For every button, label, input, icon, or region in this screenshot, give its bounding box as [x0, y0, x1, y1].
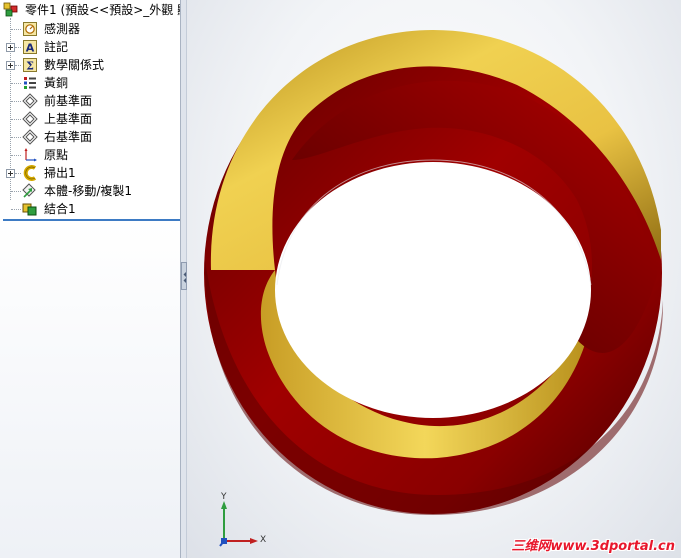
expand-icon[interactable]	[6, 61, 15, 70]
ring-hole	[275, 162, 591, 418]
watermark-text: 三维网www.3dportal.cn	[511, 539, 675, 554]
tree-item-label: 上基準面	[44, 112, 93, 126]
tree-item-label: 原點	[44, 148, 69, 162]
tree-item-label: 掃出1	[44, 166, 76, 180]
tree-item-label: 右基準面	[44, 130, 93, 144]
tree-item-label: 數學關係式	[44, 58, 105, 72]
plane-icon	[22, 129, 38, 145]
tree-item-material[interactable]: 黃銅	[0, 74, 180, 92]
equations-icon: Σ	[22, 57, 38, 73]
view-orientation-triad: Y X	[212, 492, 272, 550]
move-copy-body-icon	[22, 183, 38, 199]
sensor-icon	[22, 21, 38, 37]
tree-item-label: 感測器	[44, 22, 81, 36]
tree-item-label: 本體-移動/複製1	[44, 184, 133, 198]
tree-item-part-root[interactable]: 零件1 (預設<<預設>_外觀 顯	[0, 1, 181, 19]
mobius-ring-model[interactable]	[187, 0, 681, 558]
tree-item-move-copy-body[interactable]: 本體-移動/複製1	[0, 182, 180, 200]
triad-y-label: Y	[221, 492, 227, 502]
part-icon	[3, 2, 19, 18]
tree-item-front-plane[interactable]: 前基準面	[0, 92, 180, 110]
plane-icon	[22, 93, 38, 109]
triad-x-label: X	[260, 535, 267, 545]
expand-icon[interactable]	[6, 43, 15, 52]
tree-item-top-plane[interactable]: 上基準面	[0, 110, 180, 128]
expand-icon[interactable]	[6, 169, 15, 178]
tree-item-label: 黃銅	[44, 76, 69, 90]
graphics-viewport[interactable]: Y X 三维网www.3dportal.cn	[187, 0, 681, 558]
tree-item-combine[interactable]: 結合1	[0, 200, 180, 218]
tree-item-sensors[interactable]: 感測器	[0, 20, 180, 38]
tree-item-annotations[interactable]: A 註記	[0, 38, 180, 56]
sweep-icon	[22, 165, 38, 181]
tree-item-label: 前基準面	[44, 94, 93, 108]
combine-icon	[22, 201, 38, 217]
svg-text:A: A	[26, 42, 35, 55]
part-name-label: 零件1 (預設<<預設>_外觀 顯	[25, 3, 181, 17]
tree-item-sweep[interactable]: 掃出1	[0, 164, 180, 182]
tree-item-equations[interactable]: Σ 數學關係式	[0, 56, 180, 74]
annotations-icon: A	[22, 39, 38, 55]
svg-text:Σ: Σ	[26, 60, 34, 73]
rollback-bar[interactable]	[3, 219, 180, 221]
tree-item-origin[interactable]: 原點	[0, 146, 180, 164]
tree-item-label: 結合1	[44, 202, 76, 216]
plane-icon	[22, 111, 38, 127]
feature-manager-tree: 零件1 (預設<<預設>_外觀 顯 感測器 A 註記 Σ 數學關係式 黃銅 前基…	[0, 0, 181, 558]
tree-item-label: 註記	[44, 40, 69, 54]
tree-item-right-plane[interactable]: 右基準面	[0, 128, 180, 146]
origin-icon	[22, 147, 38, 163]
material-icon	[22, 75, 38, 91]
